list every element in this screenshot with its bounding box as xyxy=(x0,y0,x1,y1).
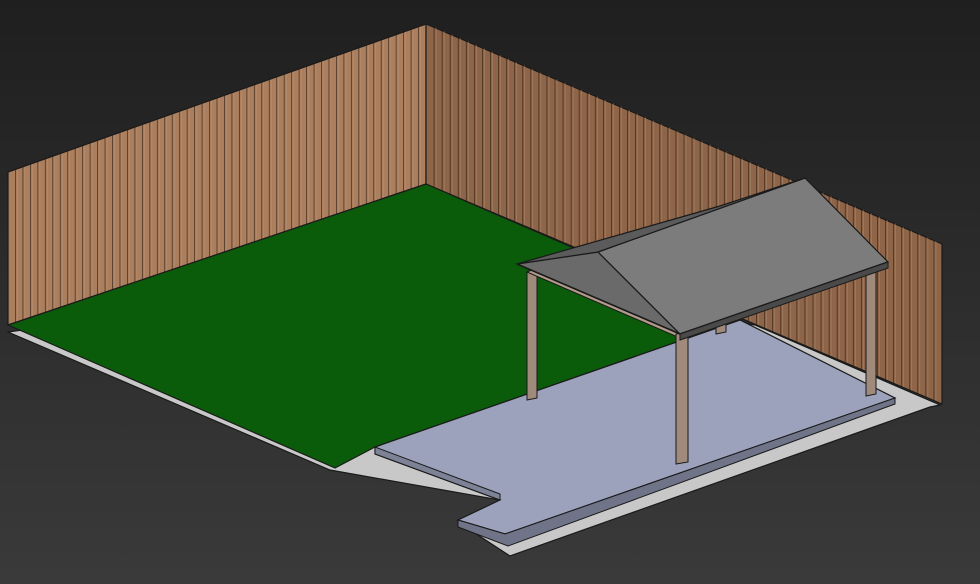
post-front-center xyxy=(675,331,689,465)
isometric-backyard-scene xyxy=(5,23,943,557)
3d-viewport[interactable] xyxy=(0,0,980,584)
post-back-left xyxy=(526,269,538,401)
post-front-right xyxy=(865,263,877,397)
